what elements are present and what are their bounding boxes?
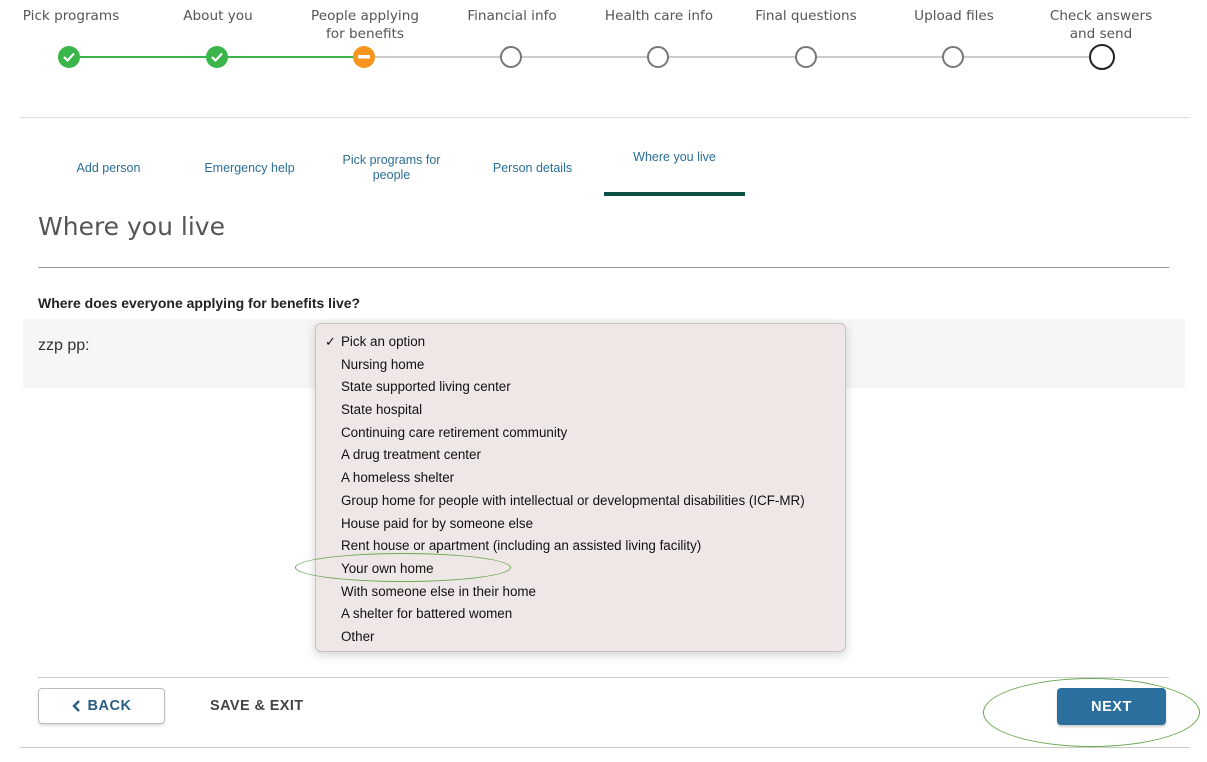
step-complete-icon <box>58 46 80 68</box>
option-label: Pick an option <box>341 334 426 349</box>
divider <box>38 677 1169 678</box>
step-label-pick-programs: Pick programs <box>22 8 120 24</box>
progress-track-done <box>69 56 217 58</box>
dropdown-option[interactable]: A homeless shelter <box>316 467 845 490</box>
subtab-add-person[interactable]: Add person <box>38 142 179 194</box>
next-button-label: NEXT <box>1091 698 1132 715</box>
option-label: Your own home <box>341 560 434 576</box>
dropdown-option[interactable]: State hospital <box>316 399 845 422</box>
step-label-check-answers: Check answers and send <box>1049 8 1153 42</box>
back-button[interactable]: BACK <box>38 688 165 724</box>
option-label: Group home for people with intellectual … <box>341 492 805 508</box>
option-label: Other <box>341 628 375 644</box>
option-label: Continuing care retirement community <box>341 424 568 440</box>
dropdown-option[interactable]: Continuing care retirement community <box>316 422 845 445</box>
step-label-people-applying: People applying for benefits <box>311 8 419 42</box>
divider <box>38 267 1169 268</box>
option-label: A homeless shelter <box>341 470 455 486</box>
progress-track-remaining <box>364 56 1102 58</box>
option-label: State hospital <box>341 402 423 418</box>
save-and-exit-link[interactable]: SAVE & EXIT <box>210 698 304 714</box>
living-situation-dropdown-list[interactable]: ✓ Pick an option Nursing home State suppo… <box>315 323 846 652</box>
person-name-label: zzp pp: <box>38 337 90 354</box>
dropdown-option[interactable]: With someone else in their home <box>316 581 845 604</box>
next-button[interactable]: NEXT <box>1057 688 1166 725</box>
subtab-emergency-help[interactable]: Emergency help <box>179 142 320 194</box>
option-label: A drug treatment center <box>341 447 481 463</box>
subtab-label: Add person <box>76 160 141 175</box>
progress-track-done <box>217 56 364 58</box>
step-pending-icon <box>647 46 669 68</box>
dropdown-option[interactable]: ✓ Pick an option <box>316 331 845 354</box>
dropdown-option[interactable]: A shelter for battered women <box>316 603 845 626</box>
dropdown-option[interactable]: House paid for by someone else <box>316 513 845 536</box>
step-in-progress-icon <box>353 46 375 68</box>
dropdown-option[interactable]: Other <box>316 626 845 649</box>
step-pending-icon <box>500 46 522 68</box>
back-button-label: BACK <box>87 698 132 714</box>
subtab-person-details[interactable]: Person details <box>462 142 603 194</box>
page-title: Where you live <box>38 212 225 241</box>
divider <box>20 747 1190 748</box>
step-complete-icon <box>206 46 228 68</box>
step-pending-icon <box>795 46 817 68</box>
divider <box>20 117 1190 118</box>
dropdown-option[interactable]: State supported living center <box>316 376 845 399</box>
progress-stepper: Pick programs About you People applying … <box>0 0 1207 80</box>
step-pending-icon <box>942 46 964 68</box>
dropdown-option[interactable]: Group home for people with intellectual … <box>316 490 845 513</box>
step-label-financial-info: Financial info <box>467 8 557 24</box>
subtab-where-you-live[interactable]: Where you live <box>604 142 745 196</box>
subtab-label: Where you live <box>633 150 716 164</box>
dropdown-option[interactable]: Rent house or apartment (including an as… <box>316 535 845 558</box>
step-pending-icon <box>1089 44 1115 70</box>
subtab-label: Pick programs for people <box>342 153 441 182</box>
option-label: Rent house or apartment (including an as… <box>341 538 702 554</box>
step-label-health-care-info: Health care info <box>604 8 714 24</box>
subtab-pick-programs-for-people[interactable]: Pick programs for people <box>321 142 462 194</box>
option-label: Nursing home <box>341 356 425 372</box>
step-label-upload-files: Upload files <box>914 8 994 24</box>
option-label: House paid for by someone else <box>341 515 534 531</box>
dropdown-option-your-own-home[interactable]: Your own home <box>316 558 845 581</box>
option-label: State supported living center <box>341 379 511 395</box>
checkmark-icon: ✓ <box>325 334 336 349</box>
dropdown-option[interactable]: Nursing home <box>316 354 845 377</box>
option-label: A shelter for battered women <box>341 606 513 622</box>
question-label: Where does everyone applying for benefit… <box>38 295 361 311</box>
option-label: With someone else in their home <box>341 583 537 599</box>
chevron-left-icon <box>71 700 80 712</box>
dropdown-option[interactable]: A drug treatment center <box>316 444 845 467</box>
step-label-final-questions: Final questions <box>755 8 857 24</box>
step-label-about-you: About you <box>183 8 253 24</box>
subtab-label: Emergency help <box>204 160 295 175</box>
subtab-label: Person details <box>492 160 573 175</box>
